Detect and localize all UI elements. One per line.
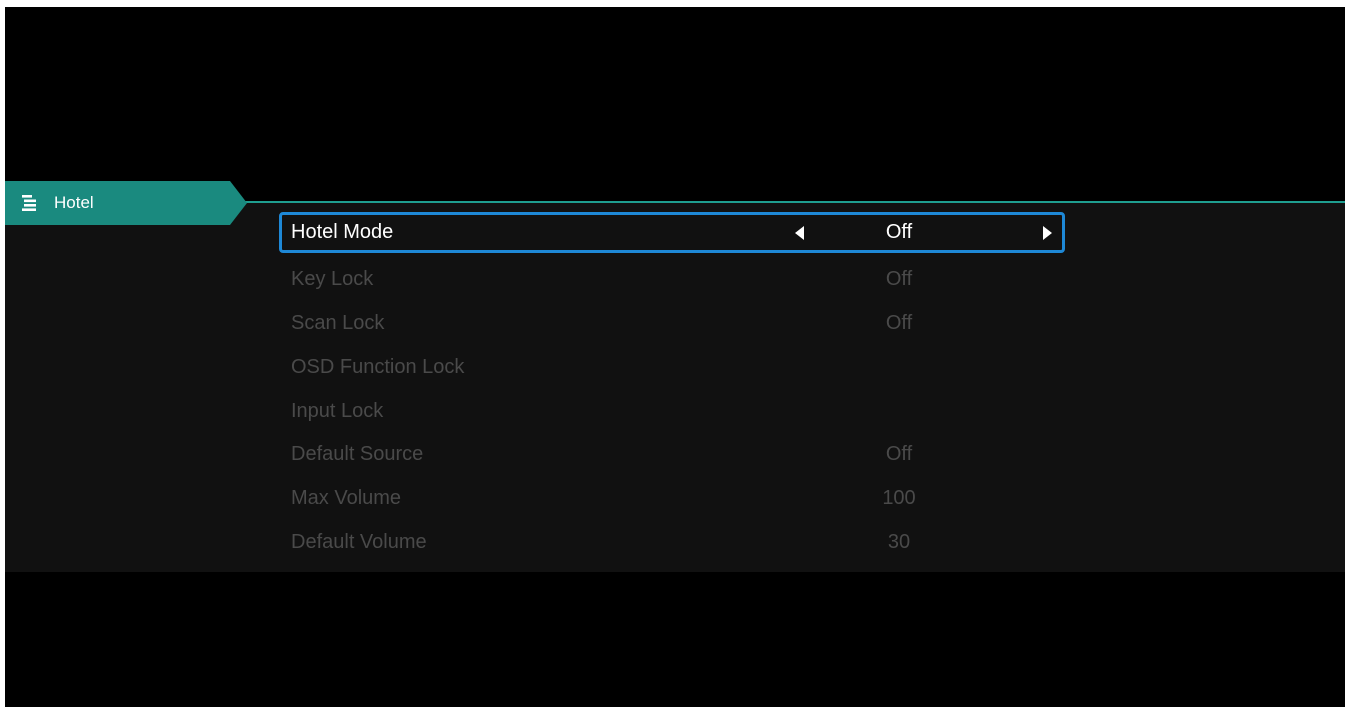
menu-item-label: Default Volume <box>291 531 427 553</box>
menu-item-value: Off <box>885 312 913 334</box>
menu-item-label: Hotel Mode <box>291 221 394 243</box>
menu-item-label: Scan Lock <box>291 312 385 334</box>
menu-item-key-lock[interactable]: Key Lock Off <box>279 259 1065 300</box>
menu-item-value: Off <box>885 268 913 290</box>
menu-item-value: 30 <box>887 531 911 553</box>
tab-label: Hotel <box>54 193 94 212</box>
menu-item-value: 100 <box>882 487 916 509</box>
menu-item-default-volume[interactable]: Default Volume 30 <box>279 522 1065 563</box>
menu-item-scan-lock[interactable]: Scan Lock Off <box>279 303 1065 344</box>
menu-item-input-lock[interactable]: Input Lock <box>279 391 1065 432</box>
arrow-right-icon[interactable] <box>1043 226 1052 240</box>
menu-item-label: Key Lock <box>291 268 374 290</box>
menu-item-value: Off <box>885 221 913 243</box>
menu-item-label: Max Volume <box>291 487 402 509</box>
menu-item-default-source[interactable]: Default Source Off <box>279 434 1065 475</box>
menu-item-value: Off <box>885 443 913 465</box>
tv-screen: Hotel Hotel Mode Off Key Lock Off Scan L… <box>5 7 1345 707</box>
menu-item-hotel-mode[interactable]: Hotel Mode Off <box>279 212 1065 253</box>
menu-item-max-volume[interactable]: Max Volume 100 <box>279 478 1065 519</box>
header-divider-line <box>241 201 1345 203</box>
tab-hotel[interactable]: Hotel <box>5 181 247 225</box>
menu-item-label: OSD Function Lock <box>291 356 465 378</box>
menu-item-osd-function-lock[interactable]: OSD Function Lock <box>279 347 1065 388</box>
menu-item-label: Default Source <box>291 443 424 465</box>
menu-list-icon <box>19 193 39 213</box>
arrow-left-icon[interactable] <box>795 226 804 240</box>
menu-item-label: Input Lock <box>291 400 384 422</box>
